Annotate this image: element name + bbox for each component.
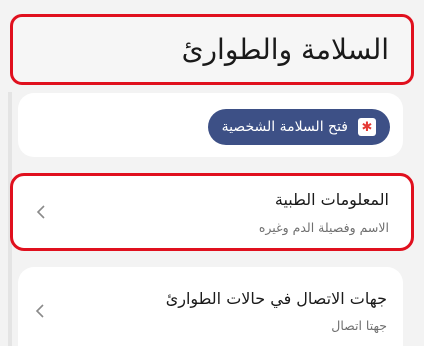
chevron-left-icon — [32, 299, 48, 323]
personal-safety-icon: ✱ — [358, 118, 376, 136]
emergency-contacts-item[interactable]: جهات الاتصال في حالات الطوارئ جهتا اتصال — [18, 267, 403, 346]
page-title: السلامة والطوارئ — [181, 33, 389, 66]
chevron-left-icon — [33, 200, 49, 224]
emergency-contacts-subtitle: جهتا اتصال — [331, 318, 387, 333]
medical-info-subtitle: الاسم وفصيلة الدم وغيره — [258, 220, 389, 235]
personal-safety-card: ✱ فتح السلامة الشخصية — [18, 93, 403, 157]
open-personal-safety-button[interactable]: ✱ فتح السلامة الشخصية — [207, 109, 390, 145]
open-personal-safety-label: فتح السلامة الشخصية — [221, 119, 348, 135]
medical-info-title: المعلومات الطبية — [274, 190, 389, 209]
page-header: السلامة والطوارئ — [10, 14, 414, 85]
medical-info-item[interactable]: المعلومات الطبية الاسم وفصيلة الدم وغيره — [10, 173, 414, 251]
safety-emergency-screen: السلامة والطوارئ ✱ فتح السلامة الشخصية ا… — [0, 0, 424, 346]
emergency-contacts-title: جهات الاتصال في حالات الطوارئ — [165, 289, 387, 308]
